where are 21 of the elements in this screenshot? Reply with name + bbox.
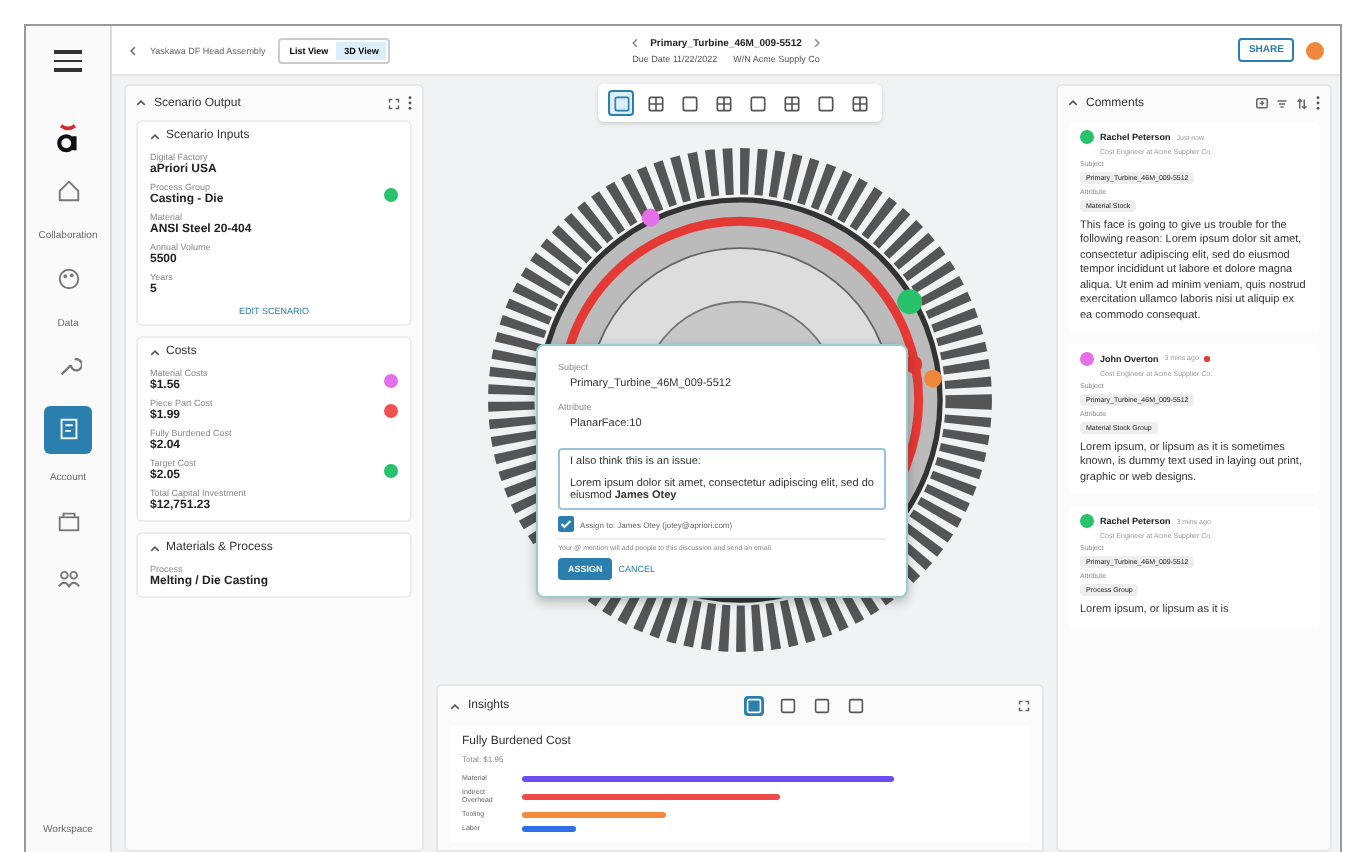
expand-icon[interactable] — [1018, 700, 1030, 712]
expand-icon[interactable] — [388, 97, 400, 109]
document-icon[interactable] — [44, 405, 92, 453]
previous-icon[interactable] — [630, 38, 641, 48]
chart-icon[interactable] — [743, 696, 763, 716]
next-icon[interactable] — [811, 38, 822, 48]
collapse-icon[interactable] — [150, 131, 160, 141]
back-icon[interactable] — [128, 45, 138, 55]
add-comment-icon[interactable] — [1256, 97, 1268, 109]
collapse-icon[interactable] — [450, 701, 460, 711]
collapse-icon[interactable] — [150, 543, 160, 553]
cost-bar — [522, 825, 577, 831]
assign-checkbox[interactable] — [558, 516, 574, 532]
collapse-icon[interactable] — [150, 347, 160, 357]
cost-bar — [522, 811, 666, 817]
filter-icon[interactable] — [1276, 97, 1288, 109]
sort-icon[interactable] — [1296, 97, 1308, 109]
logo-icon — [54, 121, 82, 153]
collapse-icon[interactable] — [136, 98, 146, 108]
collapse-icon[interactable] — [1068, 98, 1078, 108]
avatar[interactable] — [1305, 41, 1324, 59]
